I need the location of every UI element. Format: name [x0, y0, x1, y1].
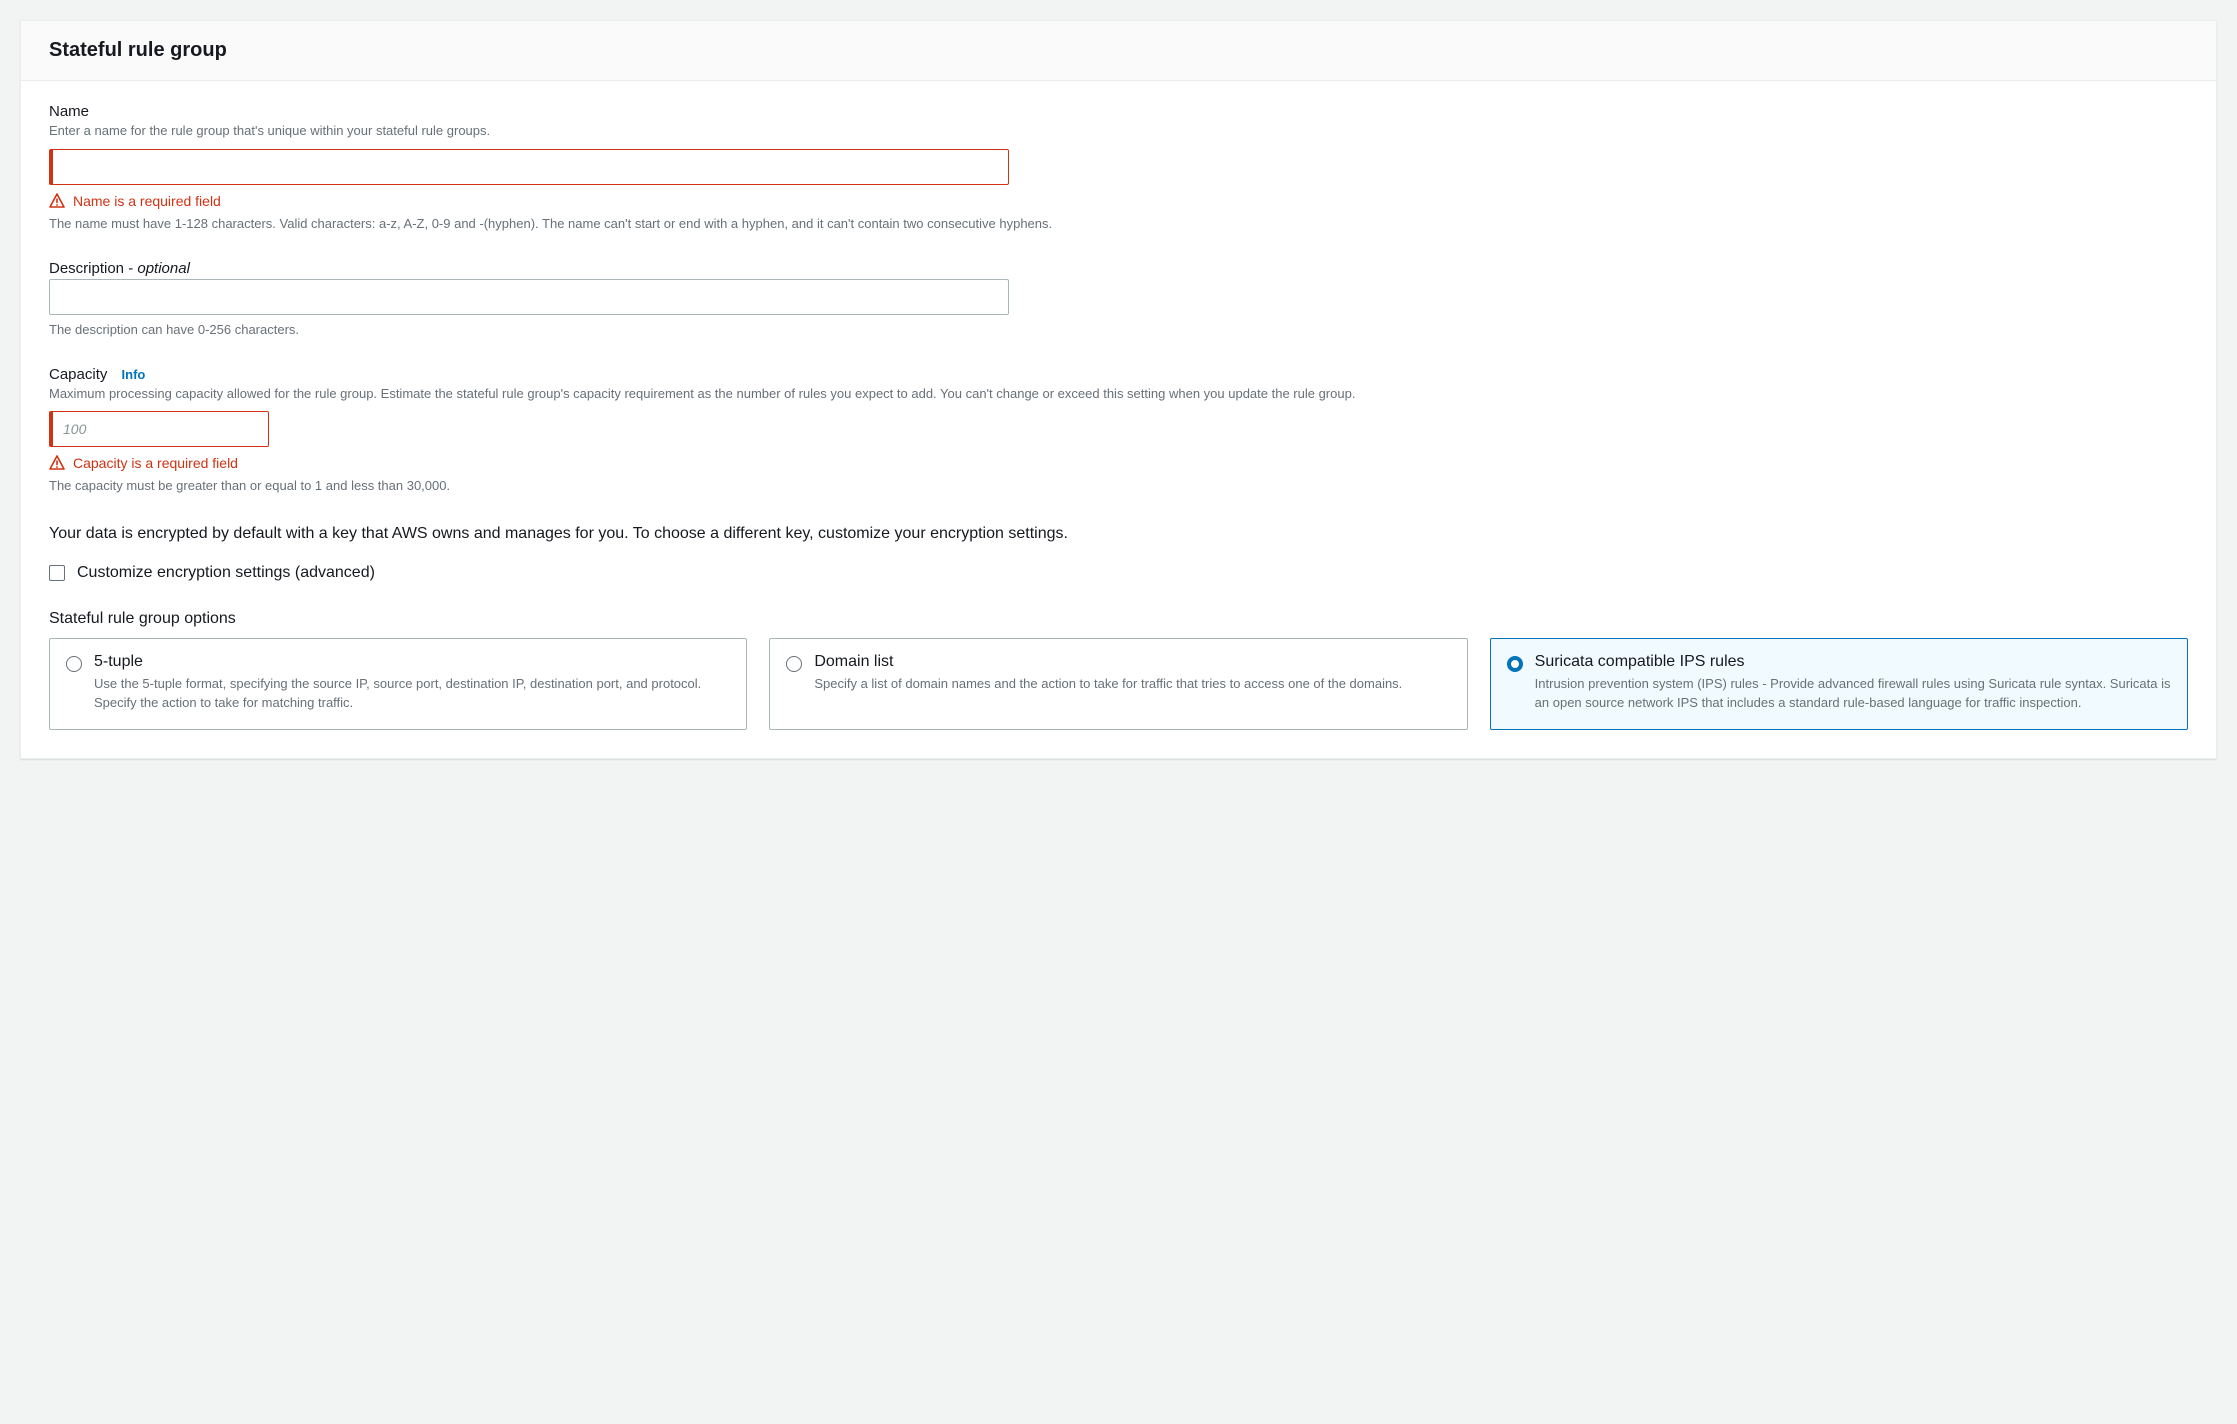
capacity-constraint: The capacity must be greater than or equ… [49, 477, 2188, 496]
description-field: Description - optional The description c… [49, 260, 2188, 340]
option-desc: Intrusion prevention system (IPS) rules … [1535, 675, 2171, 713]
radio-domain-list[interactable] [786, 656, 802, 672]
description-input[interactable] [49, 279, 1009, 315]
option-5-tuple[interactable]: 5-tuple Use the 5-tuple format, specifyi… [49, 638, 747, 730]
description-label: Description - optional [49, 260, 2188, 277]
capacity-hint: Maximum processing capacity allowed for … [49, 385, 2188, 404]
capacity-field: Capacity Info Maximum processing capacit… [49, 366, 2188, 497]
name-error-text: Name is a required field [73, 193, 221, 209]
capacity-error-text: Capacity is a required field [73, 455, 238, 471]
name-hint: Enter a name for the rule group that's u… [49, 122, 2188, 141]
warning-icon [49, 455, 65, 471]
encryption-description: Your data is encrypted by default with a… [49, 522, 2188, 546]
capacity-input[interactable] [49, 411, 269, 447]
option-domain-list[interactable]: Domain list Specify a list of domain nam… [769, 638, 1467, 730]
encryption-checkbox-row[interactable]: Customize encryption settings (advanced) [49, 564, 2188, 582]
panel-title: Stateful rule group [49, 39, 2188, 62]
option-suricata[interactable]: Suricata compatible IPS rules Intrusion … [1490, 638, 2188, 730]
radio-suricata[interactable] [1507, 656, 1523, 672]
capacity-error: Capacity is a required field [49, 455, 2188, 471]
name-error: Name is a required field [49, 193, 2188, 209]
options-label: Stateful rule group options [49, 610, 2188, 628]
name-label: Name [49, 103, 2188, 120]
option-title: Domain list [814, 653, 1402, 671]
encryption-checkbox[interactable] [49, 565, 65, 581]
encryption-checkbox-label: Customize encryption settings (advanced) [77, 564, 375, 582]
capacity-label-row: Capacity Info [49, 366, 2188, 383]
stateful-rule-group-panel: Stateful rule group Name Enter a name fo… [20, 20, 2217, 759]
description-constraint: The description can have 0-256 character… [49, 321, 2188, 340]
name-field: Name Enter a name for the rule group tha… [49, 103, 2188, 234]
option-desc: Use the 5-tuple format, specifying the s… [94, 675, 730, 713]
name-constraint: The name must have 1-128 characters. Val… [49, 215, 2188, 234]
option-title: Suricata compatible IPS rules [1535, 653, 2171, 671]
capacity-label: Capacity [49, 366, 107, 383]
option-desc: Specify a list of domain names and the a… [814, 675, 1402, 694]
panel-body: Name Enter a name for the rule group tha… [21, 81, 2216, 758]
capacity-info-link[interactable]: Info [122, 367, 146, 382]
option-title: 5-tuple [94, 653, 730, 671]
option-cards: 5-tuple Use the 5-tuple format, specifyi… [49, 638, 2188, 730]
panel-header: Stateful rule group [21, 21, 2216, 81]
warning-icon [49, 193, 65, 209]
name-input[interactable] [49, 149, 1009, 185]
radio-5-tuple[interactable] [66, 656, 82, 672]
